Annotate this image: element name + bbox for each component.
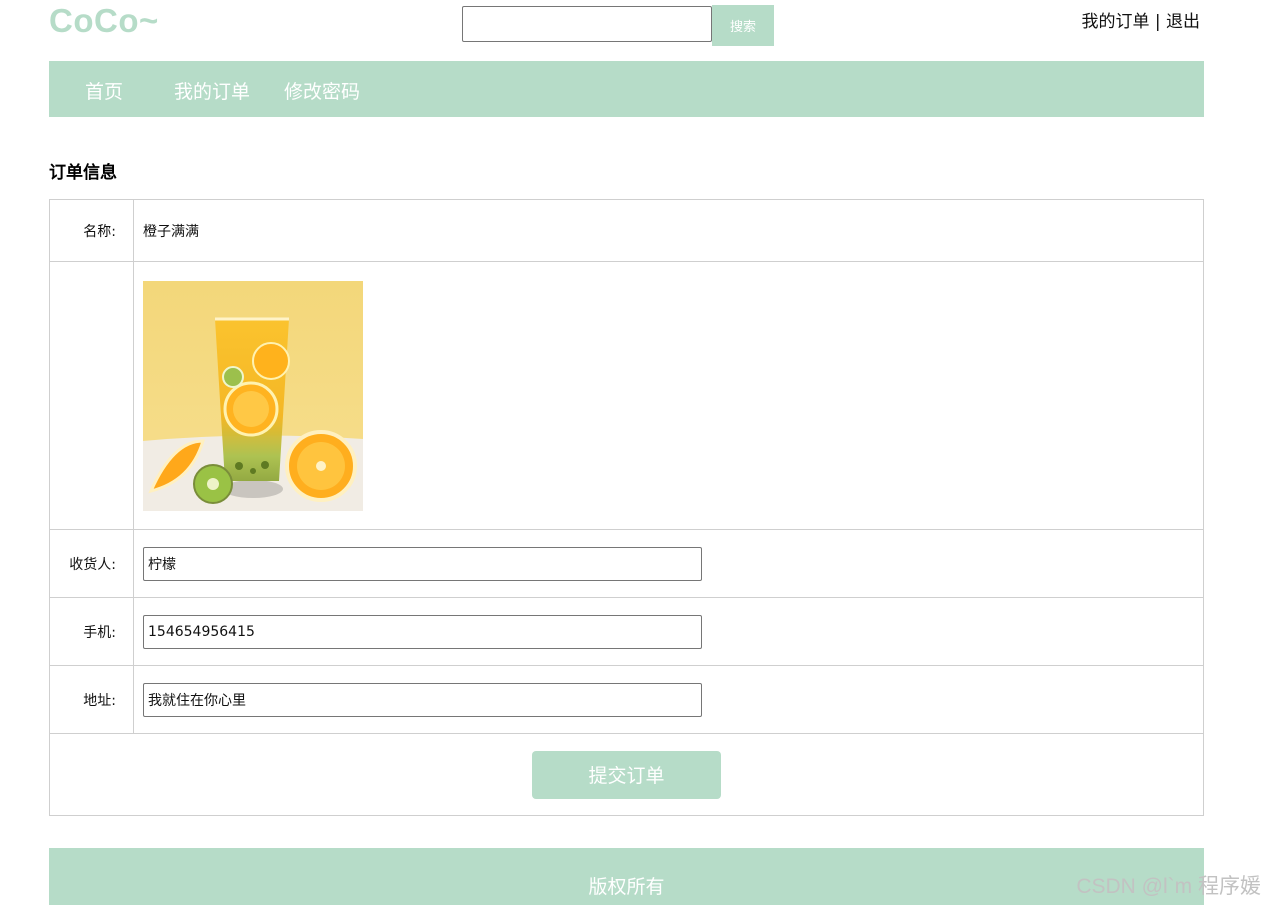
footer: 版权所有 — [49, 848, 1204, 905]
receiver-cell — [133, 529, 1204, 598]
search-button[interactable]: 搜索 — [712, 5, 774, 46]
page: CoCo~ 搜索 我的订单 | 退出 首页 我的订单 修改密码 订单信息 名称:… — [0, 0, 1266, 905]
table-row — [49, 261, 1204, 530]
section-title: 订单信息 — [49, 163, 117, 183]
logout-link[interactable]: 退出 — [1166, 12, 1200, 32]
main-nav: 首页 我的订单 修改密码 — [49, 61, 1204, 117]
receiver-input[interactable] — [143, 546, 702, 581]
table-row: 名称: 橙子满满 — [49, 199, 1204, 262]
phone-input[interactable] — [143, 614, 702, 649]
table-row: 收货人: — [49, 529, 1204, 598]
address-input[interactable] — [143, 682, 702, 717]
table-row: 地址: — [49, 665, 1204, 734]
orange-kiwi-drink-image — [143, 280, 363, 511]
nav-item-change-password[interactable]: 修改密码 — [284, 77, 360, 104]
top-links: 我的订单 | 退出 — [1081, 7, 1200, 32]
submit-order-button[interactable]: 提交订单 — [532, 750, 721, 799]
image-label-cell — [49, 261, 134, 530]
phone-cell — [133, 597, 1204, 666]
receiver-label: 收货人: — [49, 529, 134, 598]
address-cell — [133, 665, 1204, 734]
phone-label: 手机: — [49, 597, 134, 666]
nav-item-home[interactable]: 首页 — [85, 77, 123, 104]
logo[interactable]: CoCo~ — [49, 2, 159, 40]
order-form-table: 名称: 橙子满满 收货人: 柠檬 手机: 154654956415 地址: 我就… — [49, 199, 1204, 816]
copyright-text: 版权所有 — [588, 876, 665, 898]
name-value: 橙子满满 — [133, 199, 1204, 262]
product-image-cell — [133, 261, 1204, 530]
search-input[interactable] — [462, 6, 712, 42]
table-row: 手机: — [49, 597, 1204, 666]
nav-item-my-orders[interactable]: 我的订单 — [174, 77, 250, 104]
name-label: 名称: — [49, 199, 134, 262]
top-links-separator: | — [1149, 12, 1166, 32]
submit-cell: 提交订单 — [49, 733, 1204, 816]
watermark: CSDN @l`m 程序媛 — [1076, 875, 1261, 898]
my-orders-link[interactable]: 我的订单 — [1081, 12, 1149, 32]
table-row: 提交订单 — [49, 733, 1204, 816]
address-label: 地址: — [49, 665, 134, 734]
